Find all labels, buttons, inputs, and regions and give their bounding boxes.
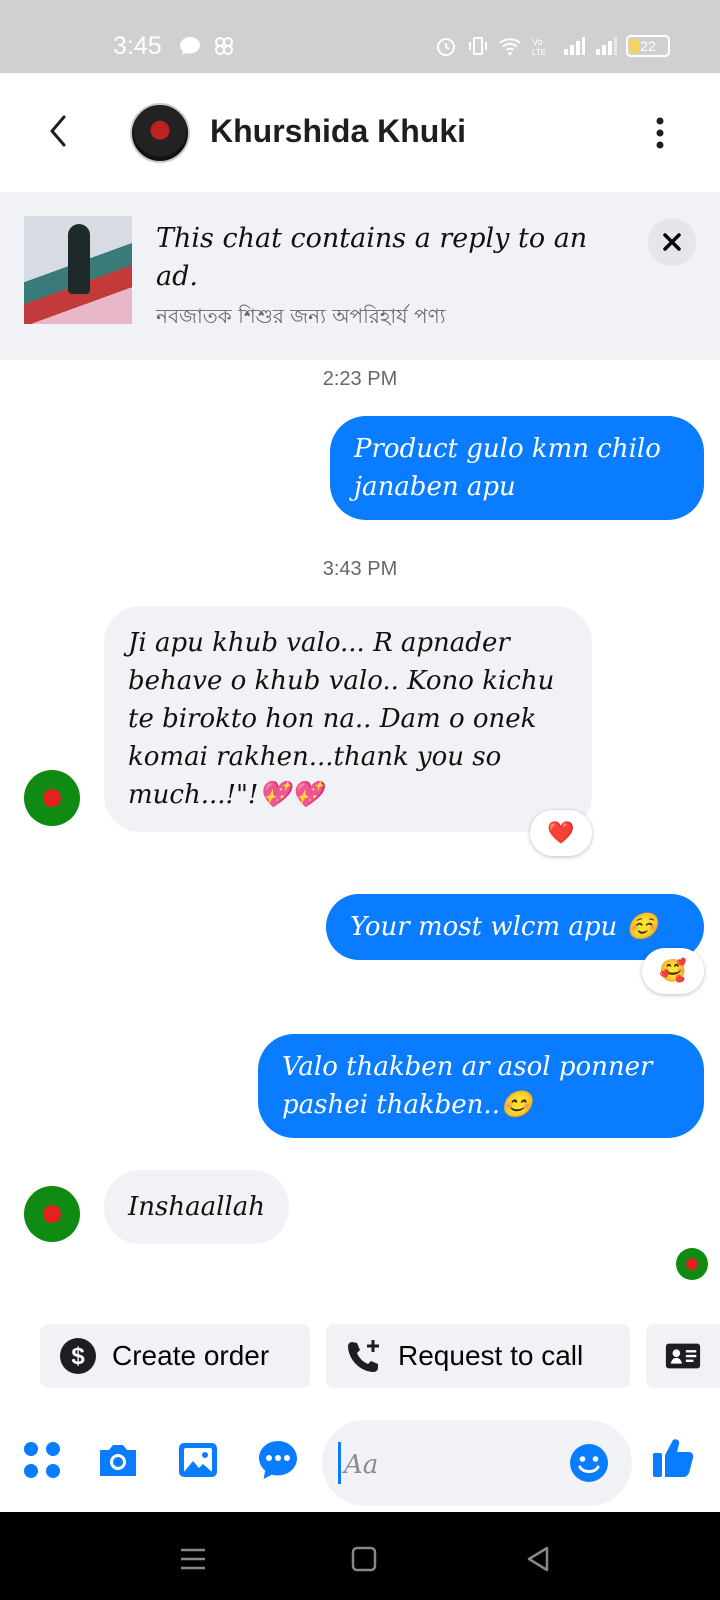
incoming-message[interactable]: Ji apu khub valo... R apnader behave o k… (104, 606, 592, 832)
smiling-hearts-reaction[interactable]: 🥰 (642, 948, 704, 994)
create-order-button[interactable]: $ Create order (40, 1324, 310, 1388)
battery-icon: 22 (626, 35, 670, 57)
request-to-call-button[interactable]: Request to call (326, 1324, 630, 1388)
dollar-icon: $ (60, 1338, 96, 1374)
back-icon[interactable] (523, 1544, 553, 1574)
ad-banner-subtitle: নবজাতক শিশুর জন্য অপরিহার্য পণ্য (156, 304, 446, 328)
more-options-icon[interactable] (650, 115, 670, 151)
close-banner-button[interactable] (648, 218, 696, 266)
message-input[interactable]: Aa (322, 1420, 632, 1506)
message-composer: Aa (0, 1408, 720, 1512)
contact-card-button[interactable] (646, 1324, 720, 1388)
alarm-icon (437, 38, 455, 56)
outgoing-message[interactable]: Valo thakben ar asol ponner pashei thakb… (258, 1034, 704, 1138)
chat-bubble-icon[interactable] (256, 1438, 300, 1482)
status-time: 3:45 (113, 32, 162, 60)
contact-name[interactable]: Khurshida Khuki (210, 113, 466, 150)
back-arrow-icon[interactable] (44, 113, 74, 149)
sender-avatar[interactable] (24, 770, 80, 826)
ad-thumbnail[interactable] (24, 216, 132, 324)
heart-reaction[interactable]: ❤️ (530, 810, 592, 856)
ad-banner-title: This chat contains a reply to an ad. (156, 223, 588, 292)
vibrate-icon (469, 37, 487, 55)
svg-text:LTE: LTE (532, 48, 546, 57)
signal-icon (564, 37, 585, 55)
close-icon (663, 233, 681, 251)
message-input-placeholder: Aa (344, 1450, 379, 1480)
contact-avatar[interactable] (130, 103, 190, 163)
incoming-message[interactable]: Inshaallah (104, 1170, 289, 1244)
message-timestamp: 3:43 PM (322, 558, 398, 580)
svg-text:Vo: Vo (532, 37, 543, 47)
chat-bubble-icon (180, 37, 200, 55)
signal-icon-2 (596, 37, 617, 55)
outgoing-message[interactable]: Product gulo kmn chilo janaben apu (330, 416, 704, 520)
seen-avatar (676, 1248, 708, 1280)
phone-add-icon (348, 1340, 379, 1372)
menu-dots-icon[interactable] (20, 1438, 64, 1482)
emoji-icon[interactable] (568, 1442, 610, 1484)
volte-icon: VoLTE (532, 37, 546, 57)
sender-avatar[interactable] (24, 1186, 80, 1242)
battery-level: 22 (640, 38, 656, 54)
message-timestamp: 2:23 PM (322, 368, 398, 390)
chat-header: Khurshida Khuki (0, 73, 720, 191)
gallery-icon[interactable] (176, 1438, 220, 1482)
create-order-label: Create order (112, 1340, 270, 1371)
outgoing-message[interactable]: Your most wlcm apu ☺️ (326, 894, 704, 960)
home-icon[interactable] (349, 1544, 379, 1574)
status-bar: 3:45 Vo LTE 22 (0, 0, 720, 73)
ad-reply-banner[interactable]: This chat contains a reply to an ad. নবজ… (0, 192, 720, 360)
like-thumb-icon[interactable] (650, 1434, 696, 1480)
contact-card-icon (665, 1343, 701, 1369)
pinwheel-icon (215, 37, 233, 55)
system-navigation-bar (0, 1512, 720, 1600)
recent-apps-icon[interactable] (178, 1544, 208, 1574)
camera-icon[interactable] (96, 1438, 140, 1482)
svg-text:$: $ (71, 1343, 85, 1370)
request-to-call-label: Request to call (398, 1340, 584, 1371)
wifi-icon (499, 38, 521, 56)
